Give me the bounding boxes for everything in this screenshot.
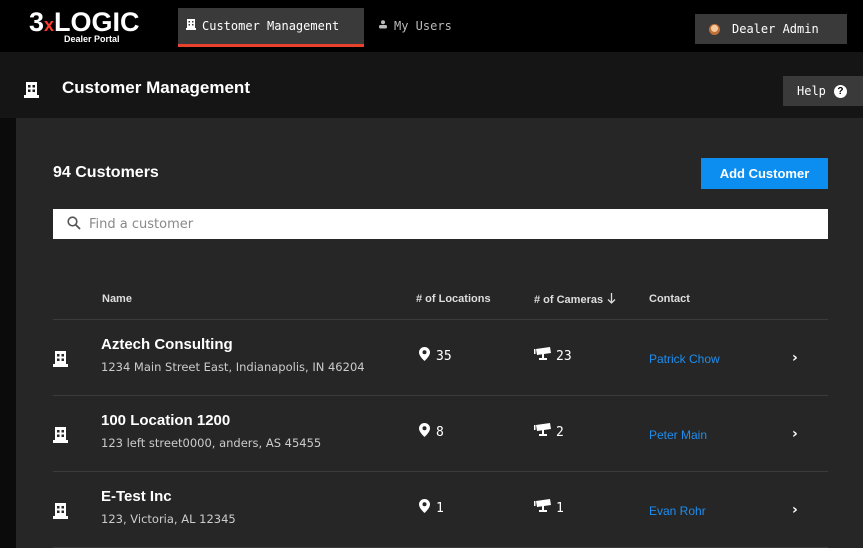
chevron-right-icon[interactable]: ›: [792, 502, 798, 518]
table-row[interactable]: 100 Location 1200 123 left street0000, a…: [16, 396, 863, 471]
customer-name: 100 Location 1200: [101, 412, 231, 429]
contact-link[interactable]: Peter Main: [649, 428, 707, 442]
map-pin-icon: [419, 347, 430, 365]
location-count: 35: [419, 347, 452, 365]
search-icon: [67, 215, 81, 234]
building-icon: [53, 427, 68, 447]
logo-subtitle: Dealer Portal: [64, 34, 120, 44]
customer-address: 123 left street0000, anders, AS 45455: [101, 436, 322, 450]
column-header-cameras[interactable]: # of Cameras: [534, 293, 616, 307]
column-header-cameras-label: # of Cameras: [534, 294, 604, 306]
camera-icon: [534, 347, 554, 365]
location-count-value: 8: [436, 424, 444, 440]
page-header: Customer Management Help ?: [0, 52, 863, 118]
top-nav: 3xLOGIC Dealer Portal Customer Managemen…: [0, 0, 863, 52]
avatar: [709, 23, 720, 35]
search-input[interactable]: [89, 216, 789, 232]
chevron-right-icon[interactable]: ›: [792, 426, 798, 442]
location-count: 8: [419, 423, 444, 441]
customer-name: Aztech Consulting: [101, 336, 233, 353]
map-pin-icon: [419, 499, 430, 517]
help-button[interactable]: Help ?: [783, 76, 863, 106]
camera-count-value: 1: [556, 500, 564, 516]
logo[interactable]: 3xLOGIC Dealer Portal: [29, 8, 169, 48]
location-count-value: 35: [436, 348, 452, 364]
camera-count: 23: [534, 347, 572, 365]
building-icon: [53, 503, 68, 523]
customer-count: 94 Customers: [53, 164, 159, 181]
user-menu-button[interactable]: Dealer Admin: [695, 14, 847, 44]
location-count-value: 1: [436, 500, 444, 516]
camera-icon: [534, 499, 554, 517]
table-row[interactable]: Aztech Consulting 1234 Main Street East,…: [16, 320, 863, 395]
camera-icon: [534, 423, 554, 441]
tab-my-users[interactable]: My Users: [378, 8, 452, 44]
tab-label: My Users: [394, 19, 452, 33]
page-title: Customer Management: [62, 78, 250, 97]
question-icon: ?: [833, 84, 847, 98]
sort-arrow-down-icon: [607, 293, 616, 307]
chevron-right-icon[interactable]: ›: [792, 350, 798, 366]
building-icon: [24, 82, 39, 102]
building-icon: [53, 351, 68, 371]
contact-link[interactable]: Evan Rohr: [649, 504, 706, 518]
tab-customer-management[interactable]: Customer Management: [178, 8, 364, 47]
table-row[interactable]: E-Test Inc 123, Victoria, AL 12345 1 1 E…: [16, 472, 863, 547]
map-pin-icon: [419, 423, 430, 441]
camera-count: 1: [534, 499, 564, 517]
camera-count: 2: [534, 423, 564, 441]
camera-count-value: 23: [556, 348, 572, 364]
column-header-contact[interactable]: Contact: [649, 293, 690, 305]
users-icon: [378, 20, 388, 32]
tab-label: Customer Management: [202, 19, 340, 33]
customer-panel: 94 Customers Add Customer Name # of Loca…: [16, 118, 863, 548]
location-count: 1: [419, 499, 444, 517]
column-header-name[interactable]: Name: [102, 293, 132, 305]
search-bar[interactable]: [53, 209, 828, 239]
contact-link[interactable]: Patrick Chow: [649, 352, 720, 366]
camera-count-value: 2: [556, 424, 564, 440]
customer-name: E-Test Inc: [101, 488, 172, 505]
help-label: Help: [797, 84, 826, 98]
add-customer-button[interactable]: Add Customer: [701, 158, 828, 189]
user-name: Dealer Admin: [732, 22, 819, 36]
customer-address: 123, Victoria, AL 12345: [101, 512, 236, 526]
building-icon: [186, 19, 196, 33]
column-header-locations[interactable]: # of Locations: [416, 293, 491, 305]
customer-address: 1234 Main Street East, Indianapolis, IN …: [101, 360, 365, 374]
